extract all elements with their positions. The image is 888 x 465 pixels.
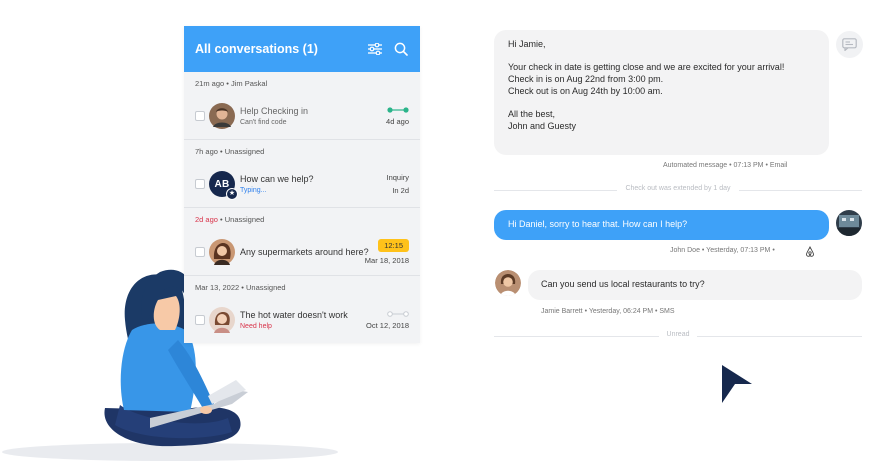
- avatar: [209, 103, 235, 129]
- search-icon[interactable]: [393, 41, 409, 57]
- typing-indicator: Typing...: [240, 187, 267, 194]
- mouse-cursor-icon: [722, 365, 752, 403]
- conversation-meta: 2d ago • Unassigned: [195, 215, 264, 224]
- conversation-item[interactable]: 2d ago • Unassigned Any supermarkets aro…: [184, 208, 420, 276]
- conversation-item[interactable]: Mar 13, 2022 • Unassigned The hot water …: [184, 276, 420, 344]
- star-badge-icon: ★: [226, 188, 238, 200]
- message-line: Your check in date is getting close and …: [508, 62, 785, 73]
- conversation-preview: Need help: [240, 323, 272, 330]
- guest-avatar: [495, 270, 521, 296]
- message-meta: Jamie Barrett • Yesterday, 06:24 PM • SM…: [541, 308, 675, 315]
- message-line: All the best,: [508, 108, 556, 119]
- message-meta: John Doe • Yesterday, 07:13 PM •: [670, 247, 775, 254]
- select-checkbox[interactable]: [195, 315, 205, 325]
- avatar: AB ★: [209, 171, 238, 200]
- conversation-date: 4d ago: [386, 116, 409, 126]
- conversation-item[interactable]: 7h ago • Unassigned AB ★ How can we help…: [184, 140, 420, 208]
- divider-label: Unread: [658, 331, 698, 338]
- conversation-meta: Mar 13, 2022 • Unassigned: [195, 283, 286, 292]
- message-text: Can you send us local restaurants to try…: [541, 279, 705, 290]
- conversation-list-panel: All conversations (1) 21m ago • Jim Pask…: [184, 26, 420, 343]
- airbnb-icon: [806, 246, 814, 257]
- divider-label: Check out was extended by 1 day: [617, 185, 739, 192]
- conversation-meta: 7h ago • Unassigned: [195, 147, 265, 156]
- message-line: John and Guesty: [508, 120, 577, 131]
- select-checkbox[interactable]: [195, 247, 205, 257]
- conversation-date: Mar 18, 2018: [364, 256, 409, 265]
- message-greeting: Hi Jamie,: [508, 39, 546, 49]
- add-note-button[interactable]: [836, 31, 863, 58]
- timeline-divider: Check out was extended by 1 day: [494, 185, 862, 195]
- progress-connector-icon: [387, 310, 409, 317]
- conversation-meta: 21m ago • Jim Paskal: [195, 79, 268, 88]
- unread-divider: Unread: [494, 331, 862, 341]
- message-signoff: All the best, John and Guesty: [508, 109, 815, 132]
- panel-header: All conversations (1): [184, 26, 420, 72]
- stage: All conversations (1) 21m ago • Jim Pask…: [0, 0, 888, 465]
- automated-message-bubble: Hi Jamie, Your check in date is getting …: [494, 30, 829, 155]
- incoming-message-bubble: Can you send us local restaurants to try…: [528, 270, 862, 300]
- avatar: [209, 239, 235, 265]
- outgoing-message-bubble: Hi Daniel, sorry to hear that. How can I…: [494, 210, 829, 240]
- conversation-status: Inquiry: [386, 173, 409, 182]
- select-checkbox[interactable]: [195, 179, 205, 189]
- note-icon: [842, 38, 857, 51]
- conversation-date: Oct 12, 2018: [366, 320, 409, 330]
- message-body: Your check in date is getting close and …: [508, 62, 815, 97]
- conversation-item[interactable]: 21m ago • Jim Paskal Help Checking in Ca…: [184, 72, 420, 140]
- select-checkbox[interactable]: [195, 111, 205, 121]
- assignee-label: • Unassigned: [217, 215, 265, 224]
- panel-title: All conversations (1): [195, 42, 318, 56]
- message-line: Check in is on Aug 22nd from 3:00 pm.: [508, 73, 664, 84]
- progress-connector-icon: [387, 106, 409, 113]
- conversation-date: In 2d: [392, 186, 409, 195]
- time-ago-overdue: 2d ago: [195, 215, 218, 224]
- conversation-subject: Help Checking in: [240, 106, 309, 116]
- avatar-initials: AB: [214, 178, 230, 190]
- agent-avatar: [836, 210, 862, 236]
- message-text: Hi Daniel, sorry to hear that. How can I…: [508, 219, 688, 230]
- conversation-subject: Any supermarkets around here?: [240, 247, 369, 257]
- message-line: Check out is on Aug 24th by 10:00 am.: [508, 85, 663, 96]
- sliders-icon[interactable]: [367, 41, 383, 57]
- message-meta: Automated message • 07:13 PM • Email: [663, 162, 788, 169]
- conversation-subject: The hot water doesn't work: [240, 310, 348, 320]
- conversation-preview: Can't find code: [240, 119, 287, 126]
- avatar: [209, 307, 235, 333]
- conversation-subject: How can we help?: [240, 174, 314, 184]
- time-badge: 12:15: [378, 239, 409, 252]
